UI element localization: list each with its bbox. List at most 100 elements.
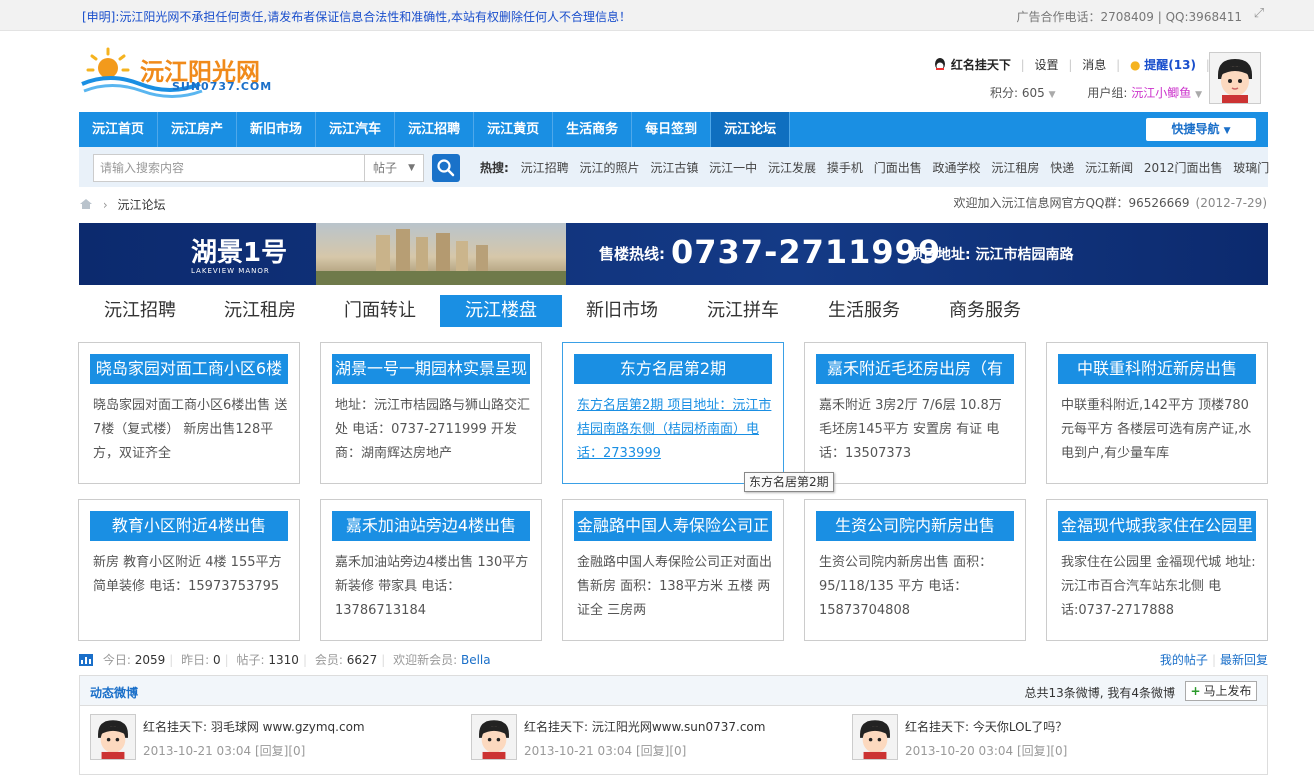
nav-item-checkin[interactable]: 每日签到 [632,112,712,147]
hot-search-item[interactable]: 沅江招聘 [521,161,569,175]
quick-nav-label: 快捷导航 [1171,122,1220,136]
plus-icon: + [1190,684,1201,698]
search-type-select[interactable]: 帖子 ▼ [364,154,424,182]
weibo-avatar[interactable] [852,714,898,760]
user-avatar[interactable] [1209,52,1261,104]
listing-title[interactable]: 金福现代城我家住在公园里 [1058,511,1256,541]
listing-title[interactable]: 金融路中国人寿保险公司正 [574,511,772,541]
listing-title[interactable]: 晓岛家园对面工商小区6楼 [90,354,288,384]
hot-search-item[interactable]: 沅江一中 [709,161,757,175]
hot-search-item[interactable]: 沅江发展 [768,161,816,175]
listing-title[interactable]: 生资公司院内新房出售 [816,511,1014,541]
weibo-text[interactable]: 红名挂天下: 今天你LOL了吗？ [905,718,1067,735]
weibo-avatar[interactable] [471,714,517,760]
listing-desc-link[interactable]: 东方名居第2期 项目地址：沅江市桔园南路东侧（桔园桥南面）电话：2733999 [577,394,773,466]
tab-life-service[interactable]: 生活服务 [803,295,925,327]
hot-search-item[interactable]: 快递 [1050,161,1074,175]
quick-nav-button[interactable]: 快捷导航 ▼ [1146,118,1256,141]
tab-carpool[interactable]: 沅江拼车 [682,295,804,327]
listing-title[interactable]: 湖景一号一期园林实景呈现 [332,354,530,384]
nav-item-yellowpages[interactable]: 沅江黄页 [474,112,554,147]
weibo-summary: 总共13条微博, 我有4条微博 [1024,686,1175,700]
site-logo[interactable]: 沅江阳光网 SUN0737.COM [80,44,280,99]
listing-card[interactable]: 金福现代城我家住在公园里 我家住在公园里 金福现代城 地址:沅江市百合汽车站东北… [1046,499,1268,641]
tab-market[interactable]: 新旧市场 [561,295,683,327]
remind-link[interactable]: 提醒(13) [1144,56,1196,73]
post-weibo-button[interactable]: + 马上发布 [1185,681,1257,701]
qq-group-notice: 欢迎加入沅江信息网官方QQ群：96526669 (2012-7-29) [954,194,1267,211]
expand-icon[interactable]: ⤢ [1252,7,1266,21]
listing-card[interactable]: 湖景一号一期园林实景呈现 地址：沅江市桔园路与狮山路交汇处 电话：0737-27… [320,342,542,484]
listing-title[interactable]: 嘉禾加油站旁边4楼出售 [332,511,530,541]
search-button[interactable] [432,154,460,182]
tab-shop-transfer[interactable]: 门面转让 [319,295,441,327]
listing-card[interactable]: 教育小区附近4楼出售 新房 教育小区附近 4楼 155平方 简单装修 电话：15… [78,499,300,641]
chevron-down-icon: ▼ [1048,90,1056,100]
listing-title[interactable]: 教育小区附近4楼出售 [90,511,288,541]
listing-card[interactable]: 金融路中国人寿保险公司正 金融路中国人寿保险公司正对面出售新房 面积：138平方… [562,499,784,641]
listing-desc: 中联重科附近,142平方 顶楼780元每平方 各楼层可选有房产证,水电到户,有少… [1061,398,1252,461]
nav-item-auto[interactable]: 沅江汽车 [316,112,396,147]
members-count: 6627 [346,653,378,667]
my-posts-link[interactable]: 我的帖子 [1160,653,1208,667]
hot-search-item[interactable]: 沅江租房 [991,161,1039,175]
messages-link[interactable]: 消息 [1082,56,1106,73]
category-tabs: 沅江招聘 沅江租房 门面转让 沅江楼盘 新旧市场 沅江拼车 生活服务 商务服务 [79,295,1268,327]
hot-search-label: 热搜: [480,161,509,175]
tab-jobs[interactable]: 沅江招聘 [79,295,201,327]
hot-search-item[interactable]: 2012门面出售 [1144,161,1223,175]
nav-item-life[interactable]: 生活商务 [553,112,633,147]
listing-card[interactable]: 嘉禾加油站旁边4楼出售 嘉禾加油站旁边4楼出售 130平方新装修 带家具 电话：… [320,499,542,641]
weibo-avatar[interactable] [90,714,136,760]
latest-replies-link[interactable]: 最新回复 [1220,653,1268,667]
weibo-item: 红名挂天下: 沅江阳光网www.sun0737.com 2013-10-21 0… [461,712,821,760]
hot-search-item[interactable]: 门面出售 [874,161,922,175]
ad-banner[interactable]: 湖景1号 LAKEVIEW MANOR 售楼热线: 0737-2711999 项目… [79,223,1268,285]
listing-title[interactable]: 中联重科附近新房出售 [1058,354,1256,384]
listing-card-hovered[interactable]: 东方名居第2期 东方名居第2期 项目地址：沅江市桔园南路东侧（桔园桥南面）电话：… [562,342,784,484]
nav-item-realestate[interactable]: 沅江房产 [158,112,238,147]
settings-link[interactable]: 设置 [1035,56,1059,73]
weibo-title: 动态微博 [90,686,139,700]
listing-card[interactable]: 中联重科附近新房出售 中联重科附近,142平方 顶楼780元每平方 各楼层可选有… [1046,342,1268,484]
logo-domain: SUN0737.COM [172,80,273,93]
weibo-time[interactable]: 2013-10-21 03:04 [回复][0] [143,742,305,759]
hot-search-item[interactable]: 玻璃门 [1233,161,1269,175]
listing-card[interactable]: 晓岛家园对面工商小区6楼 晓岛家园对面工商小区6楼出售 送7楼（复式楼） 新房出… [78,342,300,484]
newest-member-link[interactable]: Bella [461,653,491,667]
listing-card[interactable]: 生资公司院内新房出售 生资公司院内新房出售 面积：95/118/135 平方 电… [804,499,1026,641]
username-link[interactable]: 红名挂天下 [951,56,1011,73]
tab-business-service[interactable]: 商务服务 [924,295,1046,327]
qq-group-date: (2012-7-29) [1195,196,1267,210]
home-icon[interactable] [79,198,93,210]
breadcrumb-current[interactable]: 沅江论坛 [117,198,165,212]
hot-search-item[interactable]: 政通学校 [933,161,981,175]
weibo-time[interactable]: 2013-10-20 03:04 [回复][0] [905,742,1067,759]
banner-brand-sub: LAKEVIEW MANOR [191,267,270,275]
tab-rent[interactable]: 沅江租房 [199,295,321,327]
banner-building-image [316,223,566,285]
main-nav: 沅江首页 沅江房产 新旧市场 沅江汽车 沅江招聘 沅江黄页 生活商务 每日签到 … [79,112,1268,147]
listing-desc: 新房 教育小区附近 4楼 155平方 简单装修 电话：15973753795 [93,555,282,594]
hot-search-item[interactable]: 沅江古镇 [650,161,698,175]
listing-title[interactable]: 东方名居第2期 [574,354,772,384]
listing-desc: 嘉禾附近 3房2厅 7/6层 10.8万 毛坯房145平方 安置房 有证 电话：… [819,398,1002,461]
tab-property[interactable]: 沅江楼盘 [440,295,562,327]
nav-item-forum[interactable]: 沅江论坛 [711,112,791,147]
search-input[interactable]: 请输入搜索内容 [93,154,365,182]
nav-item-home[interactable]: 沅江首页 [79,112,159,147]
nav-item-jobs[interactable]: 沅江招聘 [395,112,475,147]
weibo-text[interactable]: 红名挂天下: 羽毛球网 www.gzymq.com [143,718,365,735]
listing-card[interactable]: 嘉禾附近毛坯房出房（有 嘉禾附近 3房2厅 7/6层 10.8万 毛坯房145平… [804,342,1026,484]
hot-search-item[interactable]: 摸手机 [827,161,863,175]
qq-icon [933,57,947,71]
weibo-time[interactable]: 2013-10-21 03:04 [回复][0] [524,742,686,759]
listing-title[interactable]: 嘉禾附近毛坯房出房（有 [816,354,1014,384]
listing-desc: 晓岛家园对面工商小区6楼出售 送7楼（复式楼） 新房出售128平方，双证齐全 [93,398,288,461]
hot-search-item[interactable]: 沅江的照片 [579,161,639,175]
points-dropdown[interactable]: 积分: 605 ▼ [990,86,1056,100]
group-dropdown[interactable]: 沅江小鲫鱼 ▼ [1131,86,1202,100]
nav-item-market[interactable]: 新旧市场 [237,112,317,147]
weibo-text[interactable]: 红名挂天下: 沅江阳光网www.sun0737.com [524,718,765,735]
hot-search-item[interactable]: 沅江新闻 [1085,161,1133,175]
